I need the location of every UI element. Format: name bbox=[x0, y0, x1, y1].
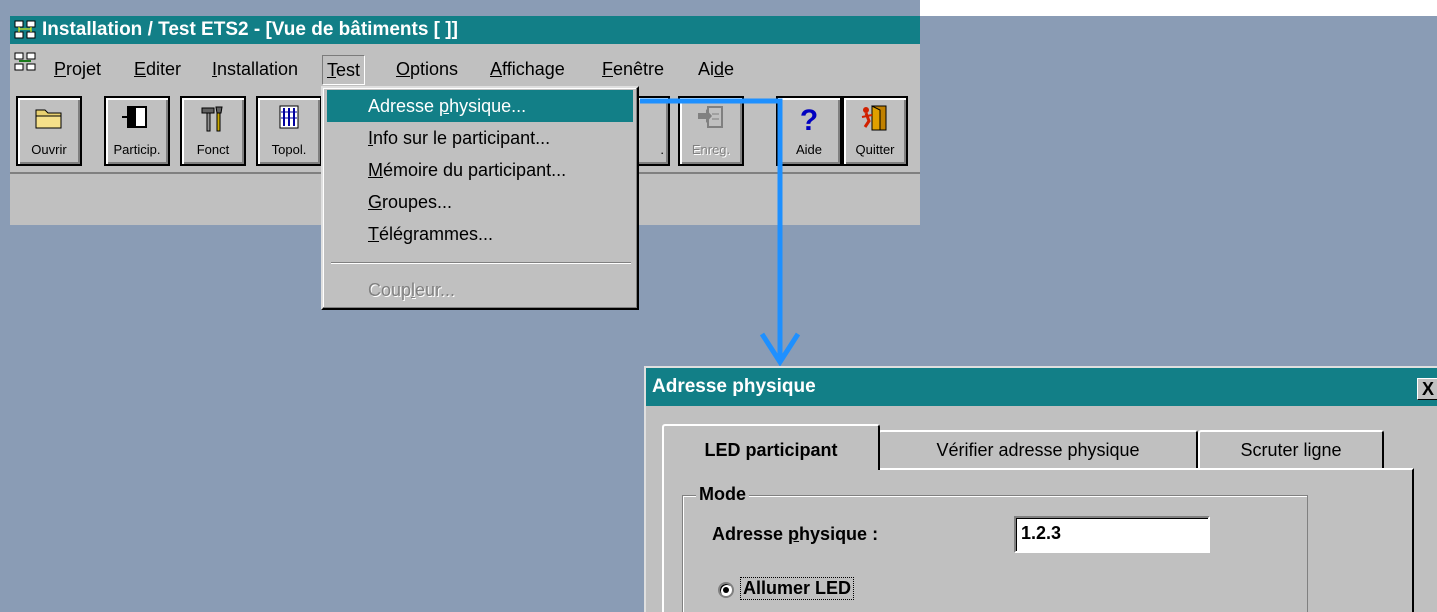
menu-item-participant-info[interactable]: Info sur le participant... bbox=[327, 122, 633, 154]
menu-accel: G bbox=[368, 192, 383, 212]
toolbar-label: Ouvrir bbox=[31, 142, 67, 157]
menu-label: est bbox=[336, 60, 361, 80]
function-button[interactable]: Fonct bbox=[180, 96, 246, 166]
menu-accel: O bbox=[396, 59, 411, 79]
menu-item-physical-address[interactable]: Adresse physique... bbox=[327, 90, 633, 122]
open-button[interactable]: Ouvrir bbox=[16, 96, 82, 166]
menu-accel: M bbox=[368, 160, 383, 180]
mode-group-title: Mode bbox=[696, 484, 749, 505]
physical-address-input[interactable]: 1.2.3 bbox=[1014, 516, 1210, 553]
toolbar-label: Topol. bbox=[271, 142, 307, 157]
menu-label: diter bbox=[146, 59, 182, 79]
svg-text:?: ? bbox=[800, 104, 818, 134]
menu-accel: F bbox=[602, 59, 613, 79]
menu-item-label: émoire du participant... bbox=[383, 160, 567, 180]
exit-door-icon bbox=[861, 105, 887, 131]
menu-aide[interactable]: Aide bbox=[694, 55, 738, 85]
menu-accel: P bbox=[54, 59, 67, 79]
menu-accel: E bbox=[134, 59, 147, 79]
toolbar-label: Quitter bbox=[855, 142, 895, 157]
record-icon bbox=[698, 106, 723, 128]
toolbar-label: Particip. bbox=[113, 142, 161, 157]
help-icon: ? bbox=[800, 104, 818, 134]
menu-accel: d bbox=[714, 59, 725, 79]
title-bar[interactable]: Installation / Test ETS2 - [Vue de bâtim… bbox=[10, 16, 920, 44]
label-text: Adresse bbox=[712, 524, 789, 544]
record-button[interactable]: Enreg. bbox=[678, 96, 744, 166]
allumer-led-label[interactable]: Allumer LED bbox=[739, 577, 855, 600]
label-text: hysique : bbox=[799, 524, 879, 544]
menu-label: ptions bbox=[410, 59, 459, 79]
menu-label: enêtre bbox=[613, 59, 665, 79]
quit-button[interactable]: Quitter bbox=[842, 96, 908, 166]
tab-label: Vérifier adresse physique bbox=[936, 440, 1140, 460]
menu-item-label: eur... bbox=[415, 280, 456, 300]
window-title: Installation / Test ETS2 - [Vue de bâtim… bbox=[42, 19, 458, 40]
toolbar-label: Aide bbox=[795, 142, 823, 157]
tab-label: LED participant bbox=[704, 440, 838, 460]
menu-label: ffichage bbox=[502, 59, 565, 79]
topology-icon bbox=[279, 105, 299, 129]
menu-accel: A bbox=[490, 59, 503, 79]
menu-item-telegrams[interactable]: Télégrammes... bbox=[327, 218, 633, 250]
screen-margin bbox=[920, 0, 1437, 16]
menu-item-label: roupes... bbox=[382, 192, 453, 212]
menu-item-participant-memory[interactable]: Mémoire du participant... bbox=[327, 154, 633, 186]
menu-fenetre[interactable]: Fenêtre bbox=[598, 55, 668, 85]
participant-icon bbox=[122, 106, 147, 128]
folder-icon bbox=[35, 109, 62, 129]
menu-item-coupler: Coupleur... bbox=[327, 274, 633, 306]
tab-label: Scruter ligne bbox=[1240, 440, 1342, 460]
menu-separator bbox=[331, 262, 631, 264]
system-menu-icon[interactable] bbox=[14, 52, 36, 72]
radio-selected-dot bbox=[723, 587, 729, 593]
menu-item-groups[interactable]: Groupes... bbox=[327, 186, 633, 218]
menu-label: rojet bbox=[66, 59, 102, 79]
tab-led-participant[interactable]: LED participant bbox=[662, 424, 880, 470]
menu-label: e bbox=[724, 59, 735, 79]
physical-address-label: Adresse physique : bbox=[712, 524, 878, 545]
tab-scan-line[interactable]: Scruter ligne bbox=[1198, 430, 1384, 468]
menu-item-label: hysique... bbox=[449, 96, 527, 116]
dialog-title-bar[interactable]: Adresse physique X bbox=[646, 368, 1437, 406]
menu-test[interactable]: Test bbox=[322, 55, 366, 85]
menu-accel: T bbox=[368, 224, 379, 244]
label-accel: p bbox=[788, 524, 800, 544]
menu-accel: T bbox=[327, 60, 336, 80]
menu-item-label: Coup bbox=[368, 280, 412, 300]
menu-label: Ai bbox=[698, 59, 715, 79]
toolbar-label: Fonct bbox=[196, 142, 230, 157]
dialog-title: Adresse physique bbox=[652, 376, 816, 397]
menu-options[interactable]: Options bbox=[392, 55, 462, 85]
menu-item-label: nfo sur le participant... bbox=[373, 128, 551, 148]
toolbar-label: Enreg. bbox=[691, 142, 731, 157]
test-dropdown-menu: Adresse physique... Info sur le particip… bbox=[321, 86, 639, 310]
menu-projet[interactable]: Projet bbox=[50, 55, 105, 85]
network-app-icon[interactable] bbox=[14, 20, 36, 40]
menu-affichage[interactable]: Affichage bbox=[486, 55, 569, 85]
menu-editer[interactable]: Editer bbox=[130, 55, 185, 85]
function-tools-icon bbox=[201, 106, 223, 132]
menu-item-label: élégrammes... bbox=[379, 224, 494, 244]
menu-item-label: Adresse bbox=[368, 96, 440, 116]
menu-installation[interactable]: Installation bbox=[208, 55, 302, 85]
participant-button[interactable]: Particip. bbox=[104, 96, 170, 166]
topology-button[interactable]: Topol. bbox=[256, 96, 322, 166]
help-button[interactable]: ? Aide bbox=[776, 96, 842, 166]
close-icon[interactable]: X bbox=[1417, 378, 1437, 400]
menu-accel: p bbox=[439, 96, 450, 116]
allumer-led-radio[interactable] bbox=[718, 582, 734, 598]
menu-label: nstallation bbox=[217, 59, 299, 79]
tab-verify-physical-address[interactable]: Vérifier adresse physique bbox=[878, 430, 1198, 468]
